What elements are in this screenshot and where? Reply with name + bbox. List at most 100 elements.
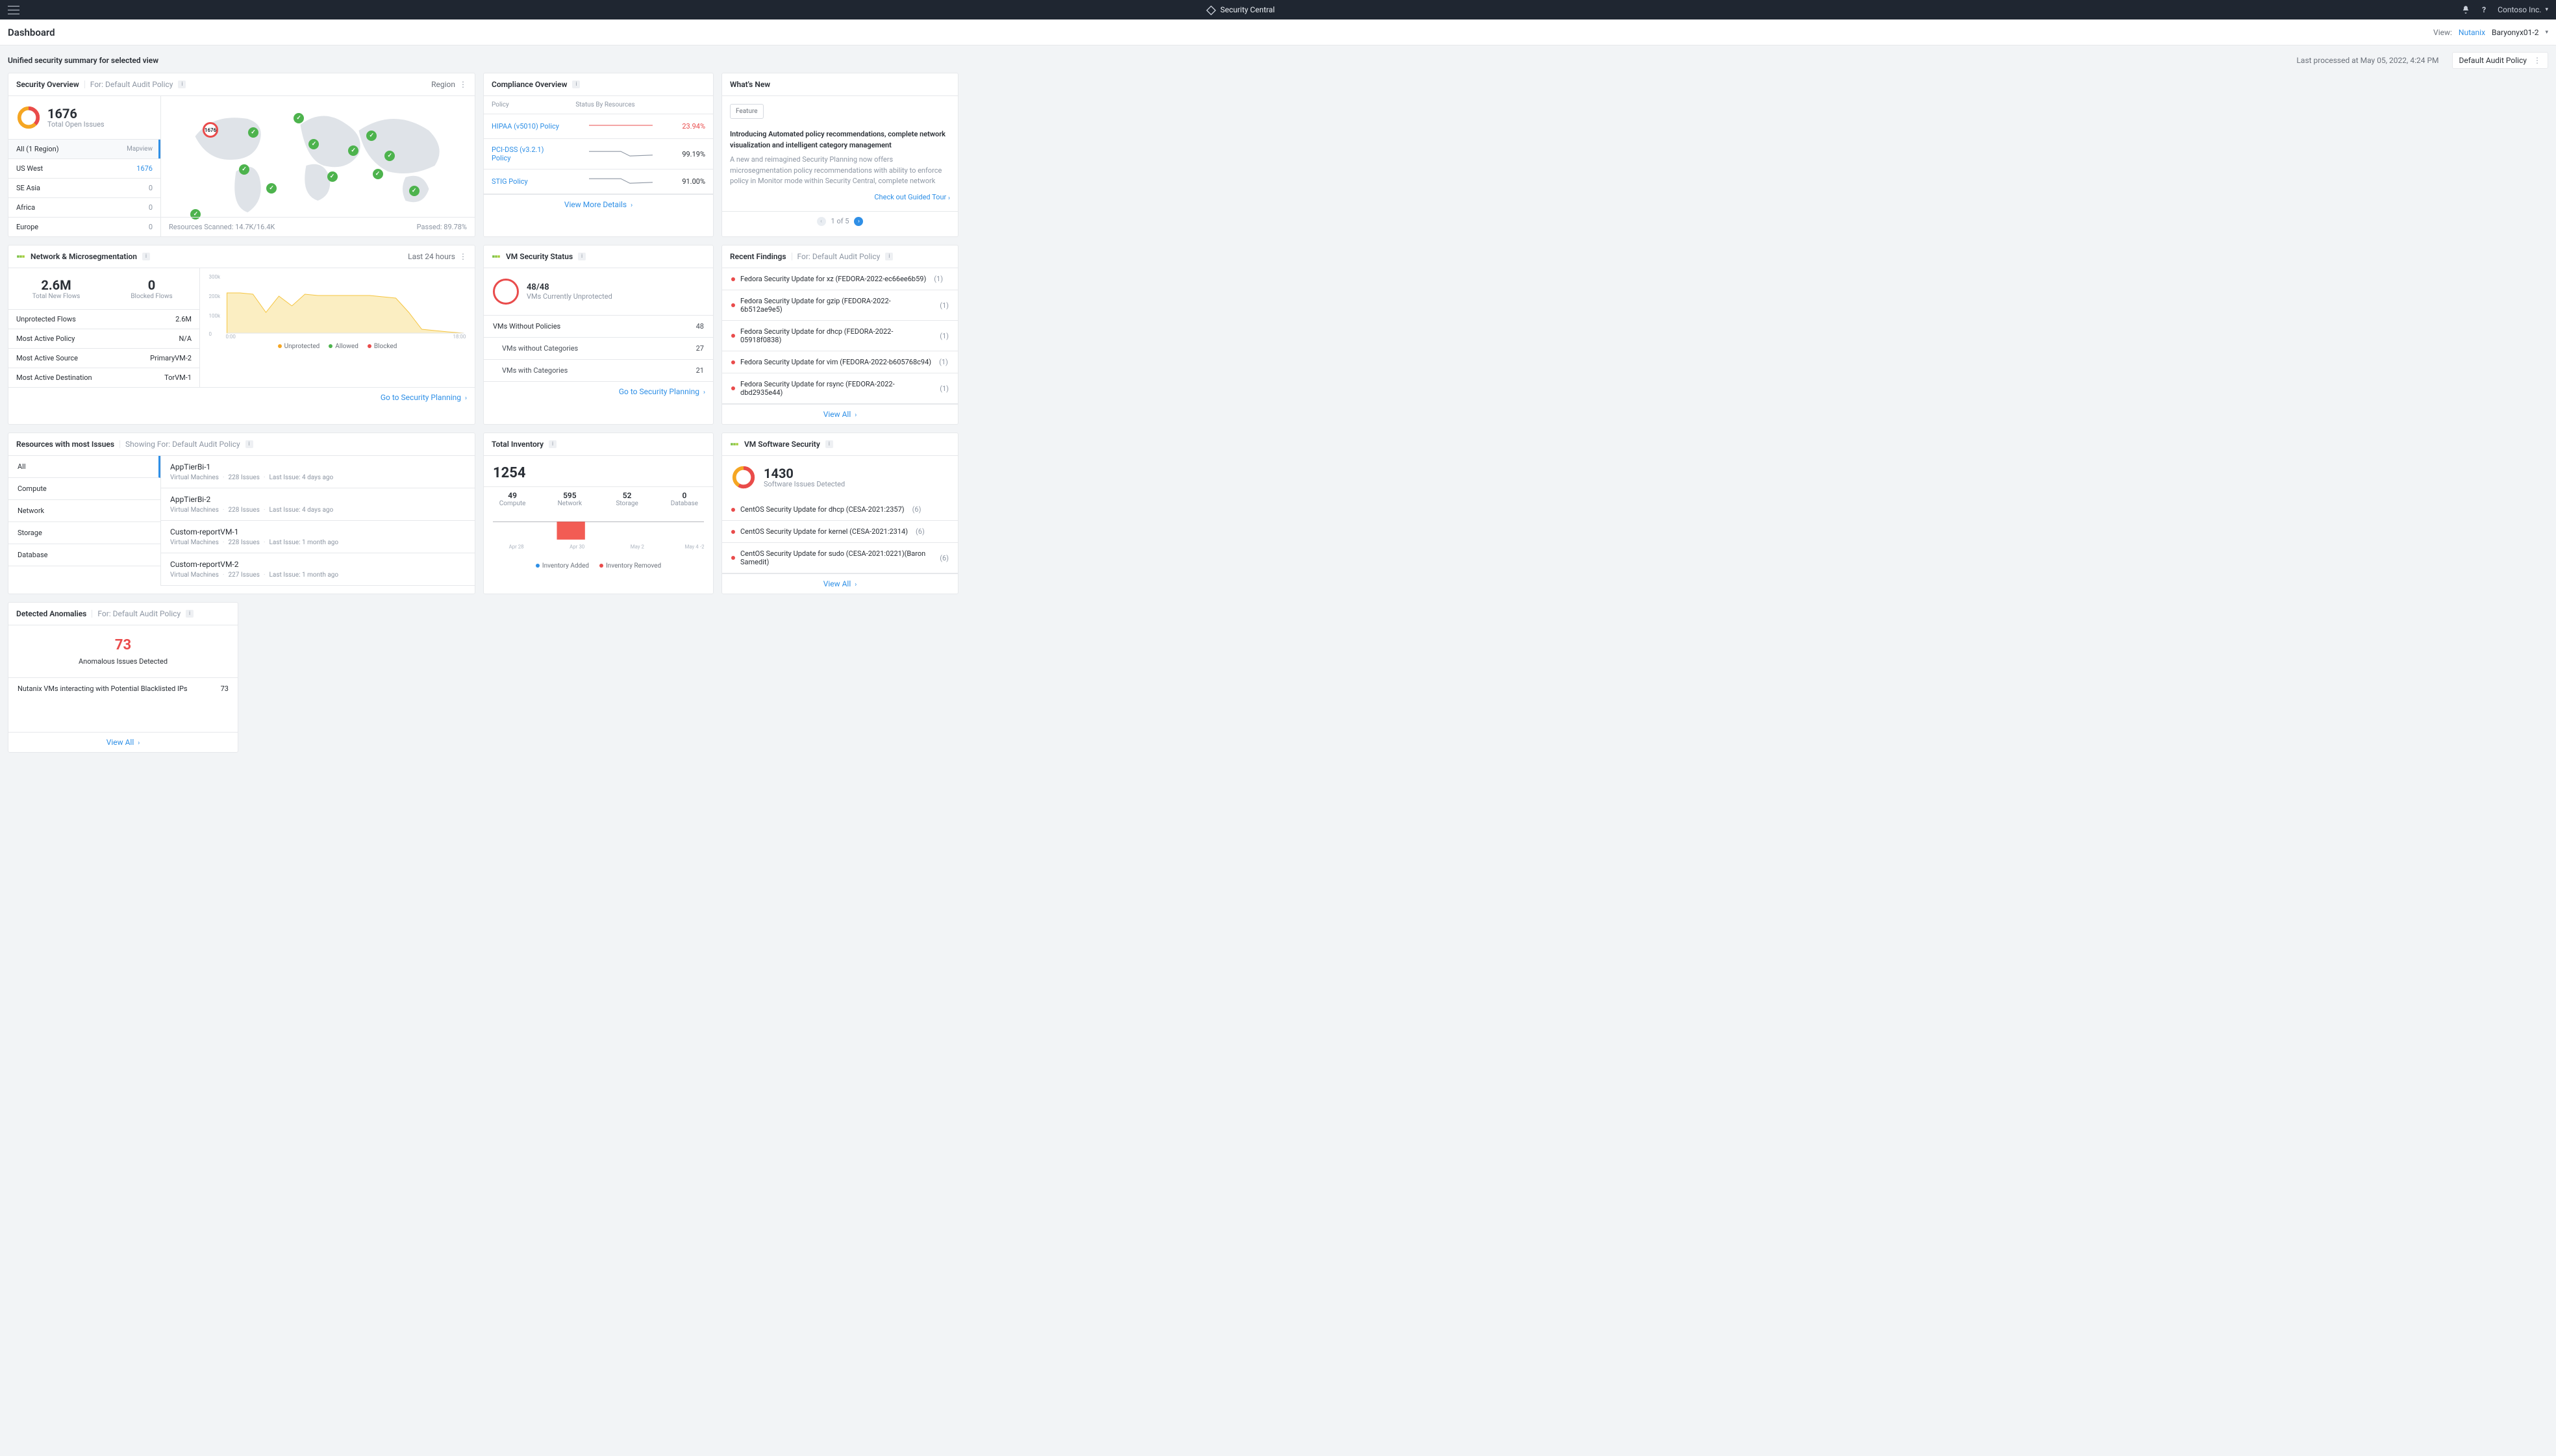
- brand-mark-icon: [16, 252, 25, 261]
- anomalies-value: 73: [8, 637, 238, 653]
- map-pin[interactable]: [266, 183, 277, 194]
- resource-item[interactable]: AppTierBi-2Virtual Machines·228 Issues·L…: [161, 488, 475, 521]
- policy-select[interactable]: Default Audit Policy ⋮: [2452, 52, 2548, 69]
- map-pin[interactable]: [294, 113, 304, 123]
- info-icon[interactable]: i: [178, 81, 186, 88]
- card-title: Resources with most Issues: [16, 440, 114, 449]
- finding-row[interactable]: Fedora Security Update for dhcp (FEDORA-…: [722, 321, 958, 351]
- info-icon[interactable]: i: [245, 440, 253, 448]
- view-secondary[interactable]: Baryonyx01-2: [2492, 28, 2538, 37]
- region-row[interactable]: Africa0: [8, 197, 160, 217]
- category-tab[interactable]: All: [8, 456, 160, 478]
- world-map[interactable]: 1676: [166, 101, 470, 218]
- severity-dot-icon: [731, 556, 735, 560]
- kebab-icon: ⋮: [2533, 56, 2541, 65]
- region-row[interactable]: SE Asia0: [8, 178, 160, 197]
- help-icon[interactable]: ?: [2479, 5, 2488, 14]
- resource-item[interactable]: Custom-reportVM-1Virtual Machines·228 Is…: [161, 521, 475, 553]
- card-network-microsegmentation: Network & Microsegmentation i Last 24 ho…: [8, 245, 475, 425]
- software-finding-row[interactable]: CentOS Security Update for sudo (CESA-20…: [722, 543, 958, 573]
- info-icon[interactable]: i: [572, 81, 580, 88]
- severity-dot-icon: [731, 386, 735, 390]
- info-icon[interactable]: i: [186, 610, 194, 618]
- info-icon[interactable]: i: [885, 253, 893, 260]
- hamburger-menu-icon[interactable]: [8, 4, 19, 16]
- compliance-row[interactable]: HIPAA (v5010) Policy 23.94%: [484, 114, 713, 139]
- vm-security-row: VMs Without Policies48: [484, 315, 713, 337]
- compliance-row[interactable]: STIG Policy 91.00%: [484, 169, 713, 194]
- vm-unprotected-label: VMs Currently Unprotected: [527, 292, 612, 301]
- bell-icon[interactable]: [2461, 5, 2470, 14]
- view-all-link[interactable]: View All›: [8, 732, 238, 752]
- brand-mark-icon: [730, 440, 739, 449]
- feature-badge: Feature: [730, 104, 764, 119]
- app-title: Security Central: [19, 5, 2461, 14]
- total-new-flows-value: 2.6M: [8, 277, 104, 293]
- map-pin[interactable]: [384, 151, 395, 161]
- map-pin[interactable]: [373, 169, 383, 179]
- resource-item[interactable]: Custom-reportVM-2Virtual Machines·227 Is…: [161, 553, 475, 586]
- map-pin[interactable]: [308, 139, 319, 149]
- svg-text:-2: -2: [700, 544, 704, 550]
- time-range-dropdown[interactable]: Last 24 hours ⋮: [408, 252, 467, 261]
- info-icon[interactable]: i: [578, 253, 586, 260]
- region-row[interactable]: US West1676: [8, 158, 160, 178]
- category-tab[interactable]: Compute: [8, 478, 160, 500]
- chevron-right-icon: ›: [855, 412, 857, 419]
- chevron-right-icon: ›: [703, 389, 705, 396]
- view-primary-link[interactable]: Nutanix: [2459, 28, 2485, 37]
- resource-item[interactable]: AppTierBi-1Virtual Machines·228 Issues·L…: [161, 456, 475, 488]
- finding-row[interactable]: Fedora Security Update for xz (FEDORA-20…: [722, 268, 958, 290]
- security-planning-link[interactable]: Go to Security Planning›: [8, 387, 475, 407]
- kebab-icon: ⋮: [459, 252, 467, 261]
- map-pin[interactable]: [327, 171, 338, 182]
- view-all-link[interactable]: View All›: [722, 404, 958, 424]
- total-issues-value: 1676: [47, 107, 105, 120]
- finding-row[interactable]: Fedora Security Update for gzip (FEDORA-…: [722, 290, 958, 321]
- info-icon[interactable]: i: [142, 253, 150, 260]
- policy-link[interactable]: HIPAA (v5010) Policy: [492, 122, 559, 131]
- software-finding-row[interactable]: CentOS Security Update for dhcp (CESA-20…: [722, 499, 958, 521]
- inventory-col: 49Compute: [484, 487, 541, 511]
- tenant-dropdown[interactable]: Contoso Inc. ▾: [2498, 5, 2548, 14]
- region-dropdown[interactable]: Region ⋮: [431, 80, 467, 89]
- kebab-icon: ⋮: [459, 80, 467, 89]
- map-pin[interactable]: [409, 186, 420, 196]
- category-tab[interactable]: Network: [8, 500, 160, 522]
- anomalies-label: Anomalous Issues Detected: [8, 657, 238, 666]
- app-logo-icon: [1206, 5, 1215, 14]
- card-title: Recent Findings: [730, 252, 786, 261]
- pager-prev-button[interactable]: ‹: [817, 217, 826, 226]
- pager-next-button[interactable]: ›: [854, 217, 863, 226]
- map-pin[interactable]: [248, 127, 258, 138]
- view-all-link[interactable]: View All›: [722, 573, 958, 594]
- policy-link[interactable]: STIG Policy: [492, 177, 528, 186]
- brand-mark-icon: [492, 252, 501, 261]
- card-vm-software-security: VM Software Security i 1430 Software Iss…: [721, 433, 958, 594]
- category-tab[interactable]: Storage: [8, 522, 160, 544]
- compliance-view-more[interactable]: View More Details›: [484, 194, 713, 214]
- region-label: Region: [431, 80, 455, 89]
- unprotected-ring-icon: [493, 279, 519, 305]
- vm-security-row: VMs with Categories21: [484, 359, 713, 381]
- finding-row[interactable]: Fedora Security Update for vim (FEDORA-2…: [722, 351, 958, 373]
- policy-select-value: Default Audit Policy: [2459, 56, 2527, 65]
- software-finding-row[interactable]: CentOS Security Update for kernel (CESA-…: [722, 521, 958, 543]
- region-row-all[interactable]: All (1 Region) Mapview: [8, 139, 160, 158]
- region-row[interactable]: Europe0: [8, 217, 160, 236]
- info-icon[interactable]: i: [549, 440, 557, 448]
- category-tab[interactable]: Database: [8, 544, 160, 566]
- compliance-row[interactable]: PCI-DSS (v3.2.1) Policy 99.19%: [484, 139, 713, 169]
- card-title: Security Overview: [16, 80, 79, 89]
- policy-link[interactable]: PCI-DSS (v3.2.1) Policy: [492, 145, 544, 162]
- finding-row[interactable]: Fedora Security Update for rsync (FEDORA…: [722, 373, 958, 404]
- info-icon[interactable]: i: [825, 440, 833, 448]
- security-planning-link[interactable]: Go to Security Planning›: [484, 381, 713, 401]
- chevron-right-icon: ›: [138, 740, 140, 747]
- chevron-right-icon: ›: [855, 581, 857, 588]
- anomaly-row[interactable]: Nutanix VMs interacting with Potential B…: [8, 677, 238, 699]
- resources-scanned: Resources Scanned: 14.7K/16.4K: [169, 223, 275, 231]
- topbar: Security Central ? Contoso Inc. ▾: [0, 0, 2556, 19]
- card-title: What's New: [730, 80, 770, 89]
- guided-tour-link[interactable]: Check out Guided Tour ›: [730, 192, 950, 203]
